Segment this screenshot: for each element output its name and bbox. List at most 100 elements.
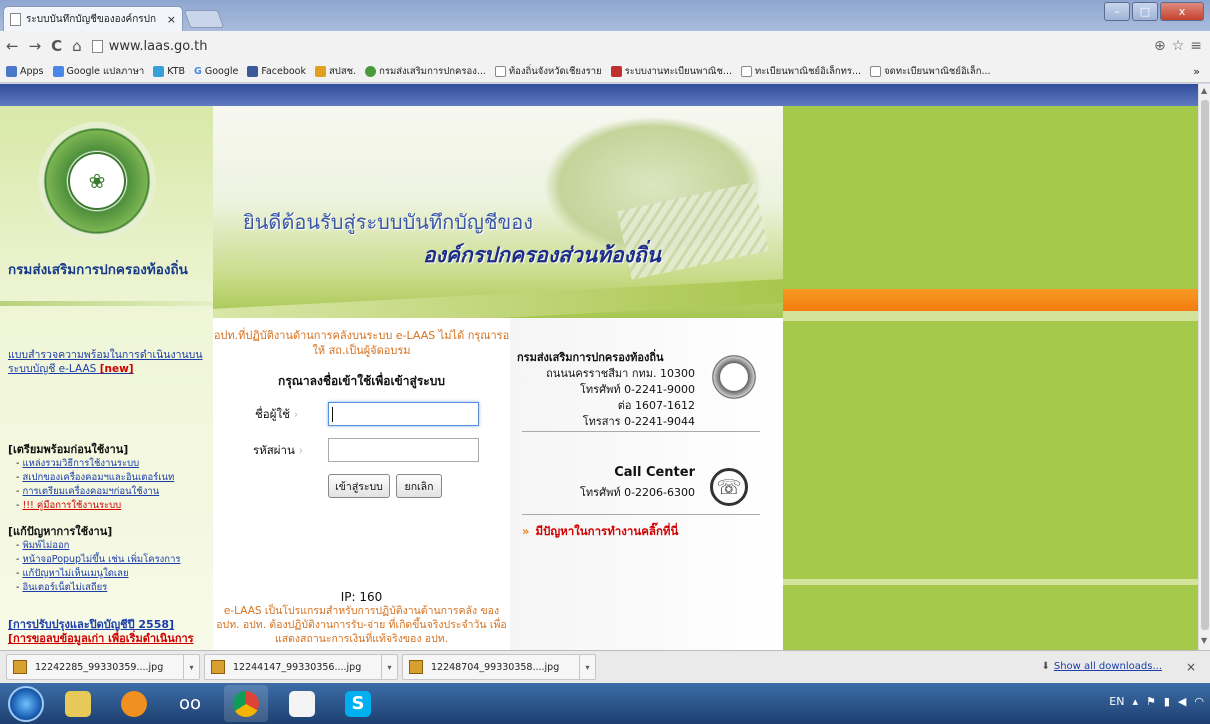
link-computer-prep[interactable]: - การเตรียมเครื่องคอมฯก่อนใช้งาน: [16, 484, 159, 499]
bookmark-dla[interactable]: กรมส่งเสริมการปกครอง...: [365, 64, 486, 79]
link-popup-issue[interactable]: - หน้าจอPopupไม่ขึ้น เช่น เพิ่มโครงการ: [16, 552, 181, 567]
dla-seal-icon: [710, 353, 758, 401]
survey-link[interactable]: แบบสำรวจความพร้อมในการดำเนินงานบนระบบบัญ…: [8, 348, 208, 376]
arrow-icon: ›: [298, 443, 304, 457]
taskbar-chrome[interactable]: [224, 685, 268, 722]
close-downloads-icon[interactable]: ×: [1186, 660, 1196, 674]
link-cannot-print[interactable]: - พิมพ์ไม่ออก: [16, 538, 69, 553]
system-tray: EN ▴ ⚑ ▮ ◀ ◠: [1109, 695, 1204, 708]
back-icon[interactable]: ←: [6, 37, 19, 55]
download-item[interactable]: 12242285_99330359....jpg ▾: [6, 654, 200, 680]
taskbar-app-orange[interactable]: [112, 685, 156, 722]
bookmarks-bar: Apps Google แปลภาษา KTB G Google Facebook…: [0, 61, 1210, 83]
glasses-icon: oo: [178, 693, 202, 714]
bookmark-nhso[interactable]: สปสช.: [315, 64, 356, 79]
network-icon[interactable]: ▮: [1164, 695, 1170, 708]
maximize-button[interactable]: □: [1132, 2, 1158, 21]
image-file-icon: [211, 660, 225, 674]
bookmark-ecommerce-reg[interactable]: ทะเบียนพาณิชย์อิเล็กทร...: [741, 64, 861, 79]
forward-icon[interactable]: →: [29, 37, 42, 55]
minimize-button[interactable]: –: [1104, 2, 1130, 21]
username-label: ชื่อผู้ใช้ ›: [255, 407, 299, 421]
training-notice: อปท.ที่ปฏิบัติงานด้านการคลังบนระบบ e-LAA…: [213, 329, 510, 357]
close-window-button[interactable]: x: [1160, 2, 1204, 21]
volume-icon[interactable]: ◀: [1178, 695, 1186, 708]
bookmark-ecommerce-register[interactable]: จดทะเบียนพาณิชย์อิเล็ก...: [870, 64, 991, 79]
banner-org-text: องค์กรปกครองส่วนท้องถิ่น: [423, 243, 661, 267]
phone-icon: ☏: [710, 468, 748, 506]
contact-panel: กรมส่งเสริมการปกครองท้องถิ่น ถนนนครราชสี…: [510, 318, 783, 650]
help-link[interactable]: » มีปัญหาในการทำงานคลิ๊กที่นี่: [522, 523, 678, 541]
taskbar-explorer[interactable]: [56, 685, 100, 722]
link-usage-guide[interactable]: - แหล่งรวมวิธีการใช้งานระบบ: [16, 456, 139, 471]
bookmark-google[interactable]: G Google: [194, 66, 238, 77]
language-indicator[interactable]: EN: [1109, 695, 1124, 708]
address-bar[interactable]: www.laas.go.th: [91, 39, 207, 54]
password-label: รหัสผ่าน ›: [253, 443, 304, 457]
bookmark-apps[interactable]: Apps: [6, 66, 44, 77]
image-file-icon: [409, 660, 423, 674]
divider: [522, 431, 760, 432]
green-stripe: [783, 311, 1198, 321]
scrollbar-thumb[interactable]: [1201, 100, 1209, 630]
bookmark-commerce-system[interactable]: ระบบงานทะเบียนพาณิช...: [610, 64, 732, 79]
dla-logo-icon: ❀: [38, 122, 156, 240]
home-icon[interactable]: ⌂: [72, 37, 82, 55]
page-favicon-icon: [10, 12, 21, 26]
tray-expand-icon[interactable]: ▴: [1132, 695, 1138, 708]
vertical-scrollbar[interactable]: ▲ ▼: [1198, 84, 1210, 650]
apps-icon: [6, 66, 17, 77]
chevron-down-icon[interactable]: ▾: [183, 654, 199, 680]
downloads-bar: 12242285_99330359....jpg ▾ 12244147_99330…: [0, 650, 1210, 683]
chevron-down-icon[interactable]: ▾: [579, 654, 595, 680]
taskbar-skype[interactable]: S: [336, 685, 380, 722]
scroll-down-icon[interactable]: ▼: [1201, 636, 1207, 645]
dbd-icon: [610, 66, 622, 77]
chevron-down-icon[interactable]: ▾: [381, 654, 397, 680]
facebook-icon: [247, 66, 259, 77]
download-item[interactable]: 12244147_99330356....jpg ▾: [204, 654, 398, 680]
browser-tab-bar: ระบบบันทึกบัญชีขององค์กรปก × – □ x: [0, 0, 1210, 31]
browser-tab[interactable]: ระบบบันทึกบัญชีขององค์กรปก ×: [3, 6, 183, 31]
username-input[interactable]: [328, 402, 479, 426]
scroll-up-icon[interactable]: ▲: [1201, 86, 1207, 95]
tab-close-icon[interactable]: ×: [167, 13, 176, 26]
new-tab-button[interactable]: [183, 10, 225, 28]
flag-icon[interactable]: ⚑: [1146, 695, 1156, 708]
password-input[interactable]: [328, 438, 479, 462]
app-icon: [121, 690, 147, 717]
login-heading: กรุณาลงชื่อเข้าใช้เพื่อเข้าสู่ระบบ: [278, 374, 445, 388]
bookmark-google-translate[interactable]: Google แปลภาษา: [52, 64, 144, 79]
taskbar-app-glasses[interactable]: oo: [168, 685, 212, 722]
start-button[interactable]: [8, 685, 44, 722]
menu-icon[interactable]: ≡: [1190, 38, 1202, 54]
download-item[interactable]: 12248704_99330358....jpg ▾: [402, 654, 596, 680]
taskbar-document[interactable]: [280, 685, 324, 722]
bookmarks-more-icon[interactable]: »: [1193, 65, 1200, 78]
cursor-icon: ◠: [1194, 695, 1204, 708]
bookmark-ktb[interactable]: KTB: [153, 66, 185, 77]
bookmark-facebook[interactable]: Facebook: [247, 66, 306, 77]
zoom-icon[interactable]: ⊕: [1154, 38, 1166, 54]
star-icon[interactable]: ☆: [1172, 38, 1185, 54]
link-user-manual[interactable]: -!!! คู่มือการใช้งานระบบ: [16, 498, 121, 513]
show-all-downloads-link[interactable]: ⬇ Show all downloads...: [1041, 661, 1162, 672]
tab-title: ระบบบันทึกบัญชีขององค์กรปก: [26, 13, 157, 25]
reload-icon[interactable]: C: [51, 37, 62, 55]
chrome-icon: [233, 690, 259, 717]
bookmark-chiangrai[interactable]: ท้องถิ่นจังหวัดเชียงราย: [494, 64, 602, 79]
call-center-phone: โทรศัพท์ 0-2206-6300: [580, 486, 695, 499]
login-button[interactable]: เข้าสู่ระบบ: [328, 474, 390, 498]
link-unstable-internet[interactable]: - อินเตอร์เน็ตไม่เสถียร: [16, 580, 107, 595]
link-no-menu[interactable]: - แก้ปัญหาไม่เห็นเมนูใดเลย: [16, 566, 129, 581]
divider: [522, 514, 760, 515]
welcome-banner: ยินดีต้อนรับสู่ระบบบันทึกบัญชีของ องค์กร…: [213, 106, 783, 318]
link-delete-old-data[interactable]: [การขอลบข้อมูลเก่า เพื่อเริ่มดำเนินการ: [8, 629, 194, 647]
link-computer-spec[interactable]: - สเปกของเครื่องคอมฯและอินเตอร์เนท: [16, 470, 174, 485]
cancel-button[interactable]: ยกเลิก: [396, 474, 442, 498]
elaas-description: e-LAAS เป็นโปรแกรมสำหรับการปฏิบัติงานด้า…: [216, 605, 507, 645]
divider: [0, 301, 213, 306]
browser-toolbar: ← → C ⌂ www.laas.go.th ⊕ ☆ ≡: [0, 31, 1210, 61]
left-sidebar: ❀ กรมส่งเสริมการปกครองท้องถิ่น แบบสำรวจค…: [0, 106, 213, 650]
translate-icon: [52, 66, 64, 77]
